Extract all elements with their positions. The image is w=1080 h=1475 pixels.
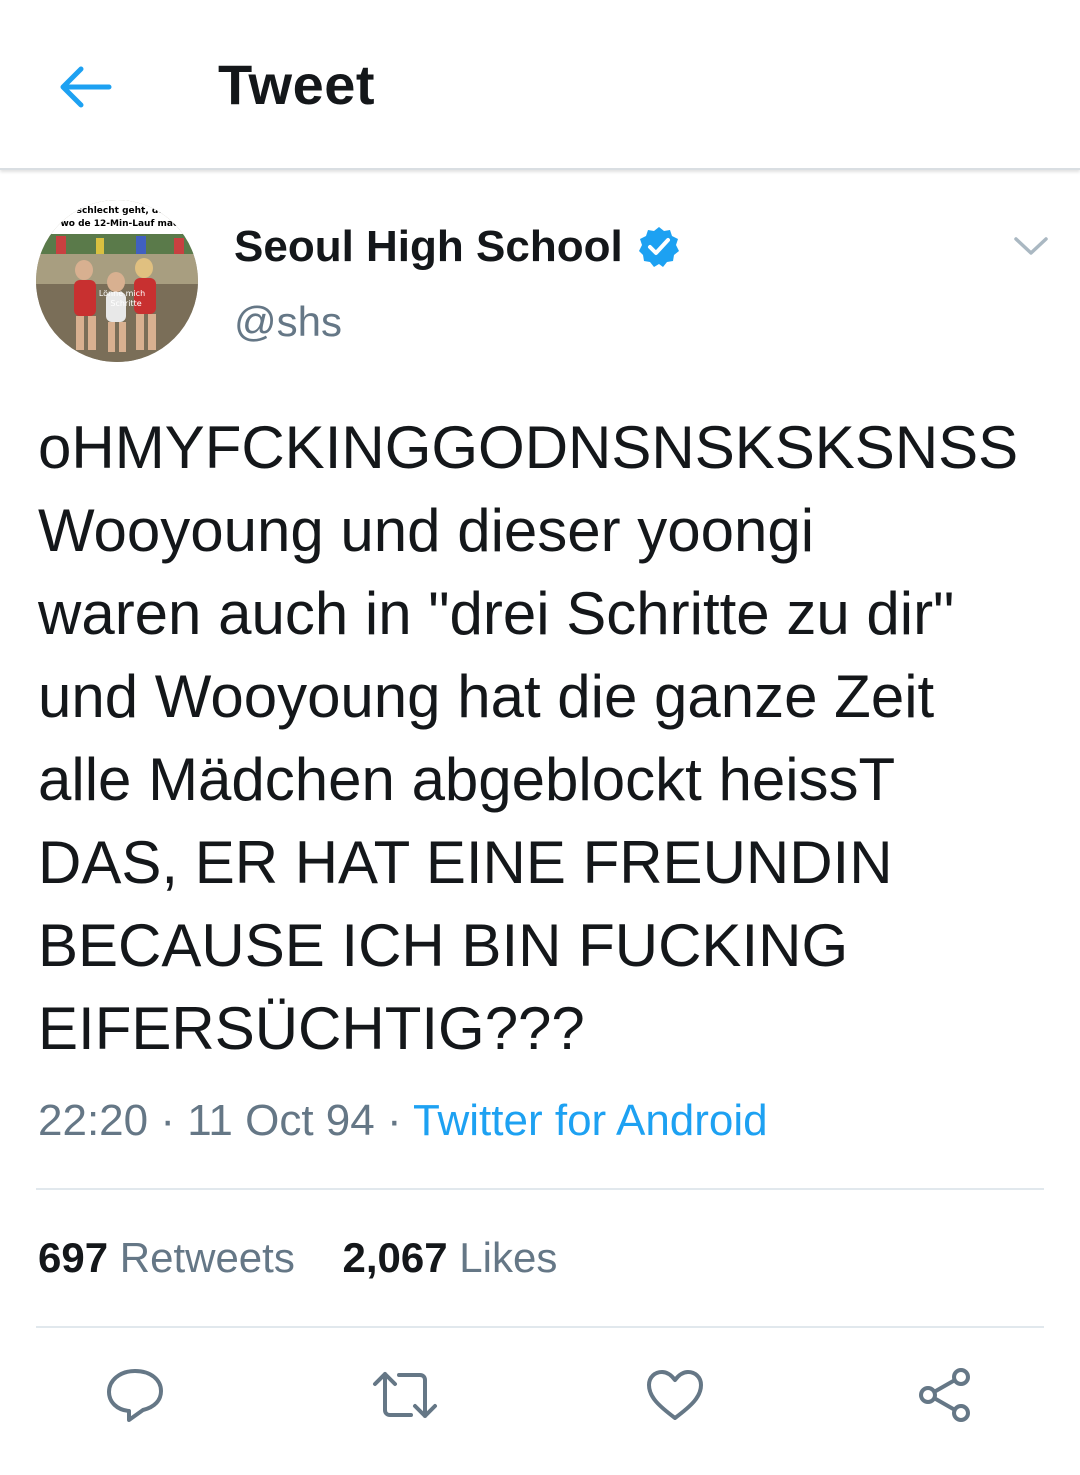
- meta-separator: ·: [148, 1096, 188, 1145]
- tweet-time: 22:20: [38, 1096, 149, 1145]
- meta-separator: ·: [374, 1096, 414, 1145]
- tweet-menu-button[interactable]: [1008, 226, 1054, 266]
- tweet-source-link[interactable]: Twitter for Android: [413, 1096, 768, 1145]
- tweet-meta: 22:20 · 11 Oct 94 · Twitter for Android: [38, 1096, 768, 1146]
- page-title: Tweet: [218, 53, 376, 116]
- like-icon: [647, 1370, 703, 1420]
- tweet-text: oHMYFCKINGGODNSNSKSKSNSS Wooyoung und di…: [38, 414, 1019, 1062]
- likes-label: Likes: [459, 1234, 558, 1281]
- likes-count: 2,067: [342, 1234, 448, 1281]
- tweet-stats: 697 Retweets 2,067 Likes: [38, 1234, 557, 1282]
- share-icon: [919, 1368, 970, 1422]
- avatar[interactable]: ...ol schlecht geht, des... ...ut, wo de…: [36, 200, 198, 362]
- author-name-text: Seoul High School: [234, 222, 623, 271]
- likes-stat[interactable]: 2,067 Likes: [343, 1234, 558, 1282]
- top-bar: Tweet: [0, 0, 1080, 170]
- reply-icon: [107, 1369, 163, 1422]
- avatar-photo: ...ol schlecht geht, des... ...ut, wo de…: [36, 200, 198, 362]
- tweet-date: 11 Oct 94: [187, 1096, 375, 1145]
- divider: [36, 1188, 1044, 1190]
- reply-button[interactable]: [100, 1360, 170, 1430]
- share-button[interactable]: [910, 1360, 980, 1430]
- author-name[interactable]: Seoul High School: [234, 222, 681, 272]
- like-button[interactable]: [640, 1360, 710, 1430]
- retweet-button[interactable]: [370, 1360, 440, 1430]
- retweets-stat[interactable]: 697 Retweets: [38, 1234, 295, 1282]
- svg-text:...ut, wo de 12-Min-Lauf mache: ...ut, wo de 12-Min-Lauf mache...: [36, 219, 198, 229]
- svg-text:Lönne mich: Lönne mich: [99, 289, 145, 298]
- chevron-down-icon: [1014, 237, 1048, 255]
- retweets-label: Retweets: [119, 1234, 295, 1281]
- verified-badge-icon: [638, 227, 679, 267]
- svg-text:...ol schlecht geht, des...: ...ol schlecht geht, des...: [54, 206, 180, 216]
- retweets-count: 697: [38, 1234, 109, 1281]
- author-handle[interactable]: @shs: [234, 298, 342, 346]
- svg-text:Schritte: Schritte: [110, 299, 141, 308]
- divider: [36, 1326, 1044, 1328]
- back-button[interactable]: [50, 52, 120, 122]
- arrow-left-icon: [60, 66, 112, 108]
- retweet-icon: [373, 1372, 437, 1418]
